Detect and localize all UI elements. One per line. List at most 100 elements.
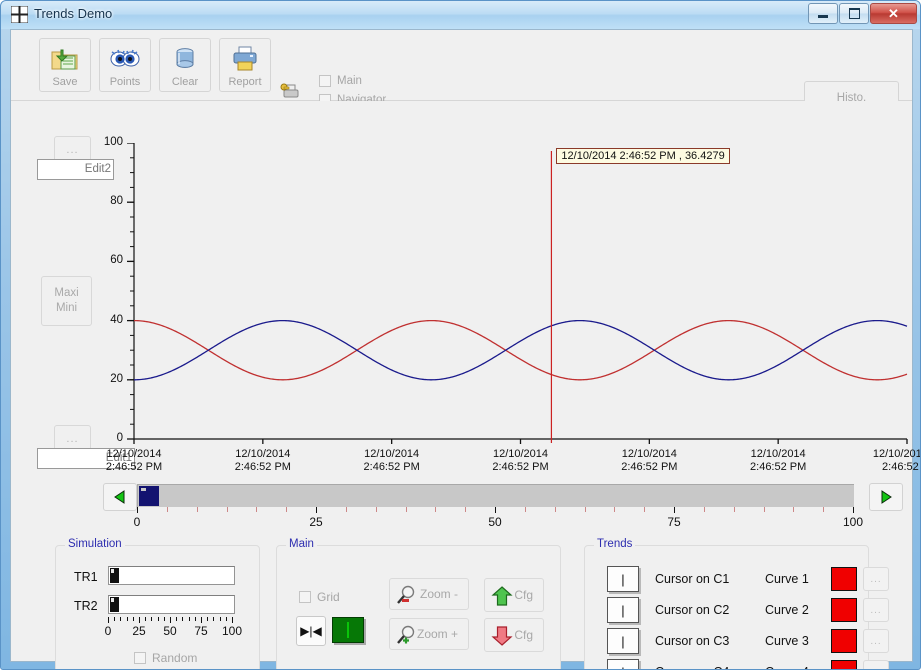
- grid-checkbox-box[interactable]: [299, 591, 311, 603]
- close-icon: ✕: [888, 5, 899, 21]
- cfg-down-button[interactable]: Cfg: [484, 618, 544, 652]
- grid-checkbox[interactable]: Grid: [299, 590, 340, 604]
- simulation-tick: [145, 617, 147, 621]
- navigator-left-button[interactable]: [103, 483, 137, 511]
- plot[interactable]: 0 20 40 60 80 100 12/10/2014 2:46:52 PM 12/10/2…: [99, 136, 920, 483]
- simulation-group-title: Simulation: [65, 538, 125, 550]
- close-button[interactable]: ✕: [870, 3, 917, 24]
- x-tick-label: 12/10/2014 2:46:52 PM: [750, 448, 807, 473]
- checkbox-main-label: Main: [337, 74, 362, 87]
- state-indicator[interactable]: [332, 617, 364, 643]
- curve-color-swatch[interactable]: [831, 629, 857, 653]
- navigator-tick: [674, 507, 675, 513]
- simulation-scale-label: 75: [194, 624, 208, 638]
- tr2-slider-thumb[interactable]: [110, 597, 119, 612]
- navigator-tick: [495, 507, 496, 513]
- curve-label: Curve 3: [765, 634, 809, 648]
- curve-label: Curve 1: [765, 572, 809, 586]
- points-button[interactable]: Points: [99, 38, 151, 92]
- random-checkbox[interactable]: Random: [134, 651, 197, 665]
- cursor-label: Cursor on C2: [655, 603, 730, 617]
- zoom-out-button[interactable]: Zoom -: [389, 578, 469, 610]
- navigator-track[interactable]: [137, 484, 854, 507]
- x-tick-label: 12/10/2014 2:46:52 PM: [363, 448, 420, 473]
- y-tick-label: 100: [103, 136, 123, 148]
- tr2-slider[interactable]: [108, 595, 235, 614]
- arrow-down-red-icon: [491, 626, 513, 646]
- save-folder-icon: [51, 49, 78, 70]
- simulation-tick: [219, 617, 221, 621]
- curve-color-swatch[interactable]: [831, 567, 857, 591]
- navigator-thumb[interactable]: [139, 486, 159, 506]
- grid-checkbox-label: Grid: [317, 590, 340, 604]
- checkbox-main-box[interactable]: [319, 74, 331, 87]
- curve-color-swatch[interactable]: [831, 660, 857, 669]
- plot-canvas[interactable]: [99, 142, 909, 483]
- printer-settings-icon[interactable]: [279, 82, 301, 102]
- series-line: [133, 319, 908, 381]
- curve-options-button[interactable]: ...: [863, 629, 889, 653]
- zoom-in-icon: [397, 625, 415, 644]
- simulation-tick: [170, 617, 171, 623]
- navigator-tick: [763, 507, 765, 512]
- navigator-tick: [137, 507, 138, 513]
- tr1-slider-thumb[interactable]: [110, 568, 119, 583]
- save-button[interactable]: Save: [39, 38, 91, 92]
- simulation-tick: [213, 617, 215, 621]
- simulation-tick: [139, 617, 140, 623]
- maxi-label: Maxi: [54, 287, 79, 299]
- navigator: 0 25 50 75 100: [11, 479, 912, 537]
- client-area: Save Points Clear Report Main Navigator …: [10, 29, 920, 669]
- zoom-in-button[interactable]: Zoom +: [389, 618, 469, 650]
- tr1-label: TR1: [74, 570, 98, 584]
- cursor-toggle-button[interactable]: |: [607, 566, 639, 592]
- navigator-right-button[interactable]: [869, 483, 903, 511]
- cursor-toggle-button[interactable]: |: [607, 597, 639, 623]
- navigator-tick: [465, 507, 467, 512]
- curve-options-button[interactable]: ...: [863, 567, 889, 591]
- cursor-toggle-button[interactable]: |: [607, 628, 639, 654]
- y-tick-label: 40: [110, 313, 123, 326]
- navigator-scale-label: 0: [133, 515, 141, 529]
- navigator-scale-label: 25: [309, 515, 323, 529]
- fit-button[interactable]: ▶|◀: [296, 616, 326, 646]
- curve-options-button[interactable]: ...: [863, 660, 889, 669]
- navigator-scale: 0 25 50 75 100: [133, 507, 863, 535]
- navigator-tick: [375, 507, 377, 512]
- arrow-left-icon: [114, 490, 125, 504]
- minimize-button[interactable]: [808, 3, 838, 24]
- cursor-toggle-button[interactable]: |: [607, 659, 639, 669]
- maxi-mini-button[interactable]: Maxi Mini: [41, 276, 92, 326]
- trend-row: | Cursor on C3 Curve 3...: [607, 628, 889, 654]
- simulation-scale-label: 25: [132, 624, 146, 638]
- curve-color-swatch[interactable]: [831, 598, 857, 622]
- navigator-tick: [554, 507, 556, 512]
- navigator-tick: [196, 507, 198, 512]
- x-tick-label: 12/10/2014 2:46:52 PM: [621, 448, 678, 473]
- mini-label: Mini: [55, 302, 78, 314]
- cfg-up-button[interactable]: Cfg: [484, 578, 544, 612]
- tr1-slider[interactable]: [108, 566, 235, 585]
- simulation-tick: [132, 617, 134, 621]
- maximize-button[interactable]: [839, 3, 869, 24]
- navigator-scale-label: 75: [667, 515, 681, 529]
- simulation-scale-label: 50: [163, 624, 177, 638]
- checkbox-main[interactable]: Main: [319, 72, 386, 89]
- simulation-tick: [108, 617, 109, 623]
- simulation-tick: [182, 617, 184, 621]
- curve-options-button[interactable]: ...: [863, 598, 889, 622]
- random-checkbox-box[interactable]: [134, 652, 146, 664]
- simulation-scale: 0 25 50 75 100: [105, 617, 242, 643]
- curve-label: Curve 4: [765, 665, 831, 669]
- points-button-label: Points: [109, 76, 141, 88]
- cursor-label: Cursor on C4: [655, 665, 765, 669]
- save-button-label: Save: [52, 76, 78, 88]
- navigator-tick: [644, 507, 646, 512]
- clear-button[interactable]: Clear: [159, 38, 211, 92]
- report-button[interactable]: Report: [219, 38, 271, 92]
- simulation-tick: [120, 617, 122, 621]
- navigator-scale-label: 50: [488, 515, 502, 529]
- x-tick-label: 12/10/2014 2:46:52 PM: [105, 448, 163, 473]
- curve-label: Curve 2: [765, 603, 809, 617]
- printer-icon: [233, 46, 257, 71]
